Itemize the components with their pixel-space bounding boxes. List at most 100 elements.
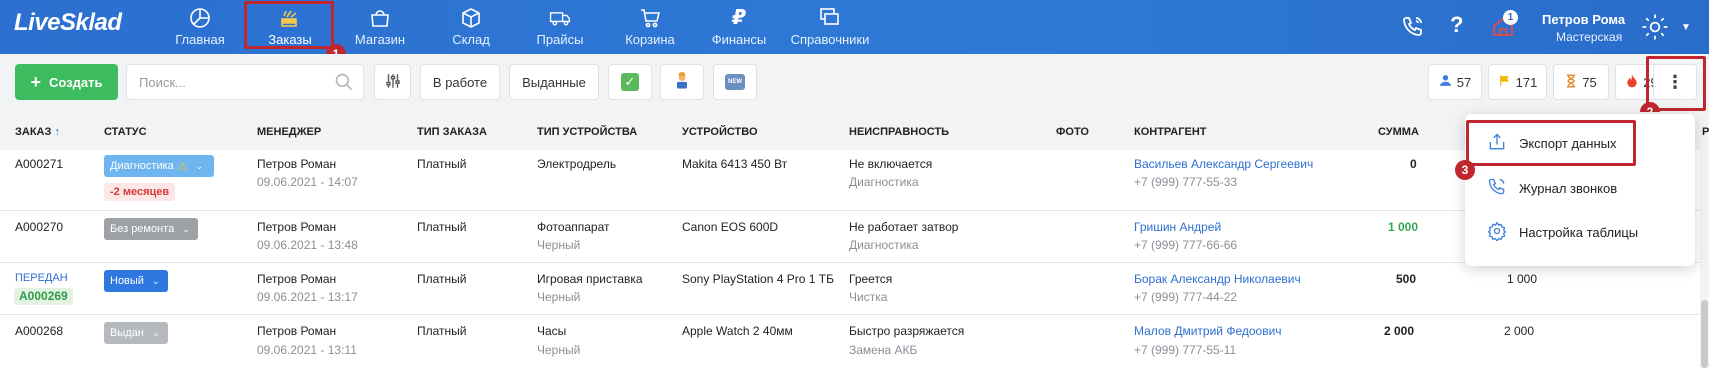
filter-settings-button[interactable] — [374, 64, 411, 100]
table-scrollbar-thumb[interactable] — [1701, 300, 1708, 368]
device-color: Черный — [537, 343, 581, 357]
filter-master-button[interactable] — [660, 64, 704, 100]
column-header-extra[interactable]: Р — [1702, 126, 1709, 138]
counterparty-phone: +7 (999) 777-66-66 — [1134, 238, 1238, 252]
status-label: Диагностика — [110, 160, 174, 172]
nav-item-shop[interactable]: Магазин — [348, 6, 412, 50]
help-icon[interactable]: ? — [1450, 12, 1463, 38]
device-name: Sony PlayStation 4 Pro 1 ТБ — [682, 272, 834, 286]
filter-new-button[interactable]: NEW — [713, 64, 757, 100]
manager-name: Петров Роман — [257, 157, 337, 171]
nav-item-prices[interactable]: Прайсы — [532, 6, 588, 50]
dashboard-icon — [170, 6, 230, 30]
warehouse-icon — [446, 6, 496, 30]
fault: Не включается — [849, 157, 933, 171]
app-logo[interactable]: LiveSklad — [14, 9, 122, 37]
status-dropdown[interactable]: Диагностика ⚠ ⌄ — [104, 155, 214, 177]
counterparty-link[interactable]: Борак Александр Николаевич — [1134, 272, 1301, 286]
column-header-order-type[interactable]: ТИП ЗАКАЗА — [417, 126, 487, 138]
status-dropdown[interactable]: Новый ⌄ — [104, 270, 168, 292]
order-type: Платный — [417, 272, 467, 286]
counter-clients-value: 57 — [1456, 74, 1472, 90]
counter-flags[interactable]: 171 — [1488, 64, 1547, 100]
nav-label: Финансы — [711, 32, 767, 47]
fault: Не работает затвор — [849, 220, 959, 234]
column-header-status[interactable]: СТАТУС — [104, 126, 147, 138]
column-header-fault[interactable]: НЕИСПРАВНОСТЬ — [849, 126, 949, 138]
menu-item-label: Настройка таблицы — [1519, 224, 1639, 240]
order-number[interactable]: A000268 — [15, 324, 63, 338]
fault: Быстро разряжается — [849, 324, 965, 338]
search-input[interactable] — [139, 75, 319, 90]
sliders-icon — [384, 72, 402, 93]
phone-icon — [1487, 177, 1507, 200]
column-header-order[interactable]: ЗАКАЗ ↑ — [15, 126, 60, 138]
create-button[interactable]: + Создать — [15, 64, 118, 100]
order-number[interactable]: A000271 — [15, 157, 63, 171]
counterparty-link[interactable]: Гришин Андрей — [1134, 220, 1221, 234]
nav-item-finance[interactable]: ₽ Финансы — [708, 6, 770, 50]
order-sum: 500 — [1396, 272, 1417, 286]
column-header-photo[interactable]: ФОТО — [1056, 126, 1089, 138]
chevron-down-icon: ⌄ — [151, 327, 160, 338]
chevron-down-icon[interactable]: ▼ — [1681, 22, 1691, 33]
orders-tab-highlight — [244, 1, 334, 49]
settings-gear-icon[interactable] — [1640, 12, 1670, 45]
nav-item-cart[interactable]: Корзина — [620, 6, 680, 50]
column-header-counterparty[interactable]: КОНТРАГЕНТ — [1134, 126, 1206, 138]
status-dropdown[interactable]: Без ремонта ⌄ — [104, 218, 198, 240]
order-sum-secondary: 1 000 — [1507, 272, 1538, 286]
truck-icon — [532, 6, 588, 30]
counterparty-phone: +7 (999) 777-55-11 — [1134, 343, 1237, 357]
column-header-device[interactable]: УСТРОЙСТВО — [682, 126, 758, 138]
directory-icon — [788, 6, 872, 30]
filter-in-work-button[interactable]: В работе — [420, 64, 500, 100]
order-transferred-label[interactable]: ПЕРЕДАН — [15, 272, 68, 284]
counter-timers[interactable]: 75 — [1553, 64, 1609, 100]
counterparty-phone: +7 (999) 777-44-22 — [1134, 290, 1238, 304]
fault: Греется — [849, 272, 893, 286]
menu-item-label: Журнал звонков — [1519, 180, 1618, 196]
filter-done-button[interactable]: ✓ — [608, 64, 652, 100]
hourglass-icon — [1565, 73, 1577, 91]
new-badge-icon: NEW — [725, 74, 745, 90]
filter-issued-button[interactable]: Выданные — [509, 64, 599, 100]
column-header-device-type[interactable]: ТИП УСТРОЙСТВА — [537, 126, 637, 138]
nav-item-warehouse[interactable]: Склад — [446, 6, 496, 50]
worker-icon — [672, 71, 692, 94]
fault-sub: Диагностика — [849, 175, 919, 189]
column-header-manager[interactable]: МЕНЕДЖЕР — [257, 126, 321, 138]
menu-item-call-log[interactable]: Журнал звонков — [1487, 176, 1617, 200]
phone-icon[interactable] — [1401, 14, 1425, 41]
order-date: 09.06.2021 - 14:07 — [257, 175, 358, 189]
user-organization: Мастерская — [1556, 30, 1623, 44]
order-number[interactable]: A000270 — [15, 220, 63, 234]
order-type: Платный — [417, 324, 467, 338]
chevron-down-icon: ⌄ — [182, 223, 190, 234]
order-sum-secondary: 2 000 — [1504, 324, 1535, 338]
shop-icon — [348, 6, 412, 30]
order-sum: 0 — [1410, 157, 1417, 171]
nav-item-directory[interactable]: Справочники — [788, 6, 872, 50]
order-type: Платный — [417, 157, 467, 171]
user-name[interactable]: Петров Рома — [1542, 12, 1625, 27]
counter-clients[interactable]: 57 — [1428, 64, 1482, 100]
ruble-icon: ₽ — [732, 7, 746, 29]
status-dropdown[interactable]: Выдан ⌄ — [104, 322, 168, 344]
counterparty-link[interactable]: Васильев Александр Сергеевич — [1134, 157, 1313, 171]
device-color: Черный — [537, 238, 581, 252]
device-type: Часы — [537, 324, 567, 338]
fire-icon — [1626, 74, 1638, 91]
counter-flags-value: 171 — [1515, 74, 1538, 90]
export-item-highlight — [1466, 120, 1636, 166]
flag-icon — [1498, 74, 1511, 90]
search-icon[interactable] — [334, 72, 354, 95]
nav-label: Прайсы — [536, 32, 584, 47]
column-header-sum[interactable]: СУММА — [1378, 126, 1419, 138]
manager-name: Петров Роман — [257, 324, 337, 338]
menu-item-table-settings[interactable]: Настройка таблицы — [1487, 220, 1638, 244]
counter-timers-value: 75 — [1582, 74, 1597, 90]
order-number[interactable]: A000269 — [14, 288, 73, 305]
counterparty-link[interactable]: Малов Дмитрий Федоович — [1134, 324, 1282, 338]
nav-item-home[interactable]: Главная — [170, 6, 230, 50]
